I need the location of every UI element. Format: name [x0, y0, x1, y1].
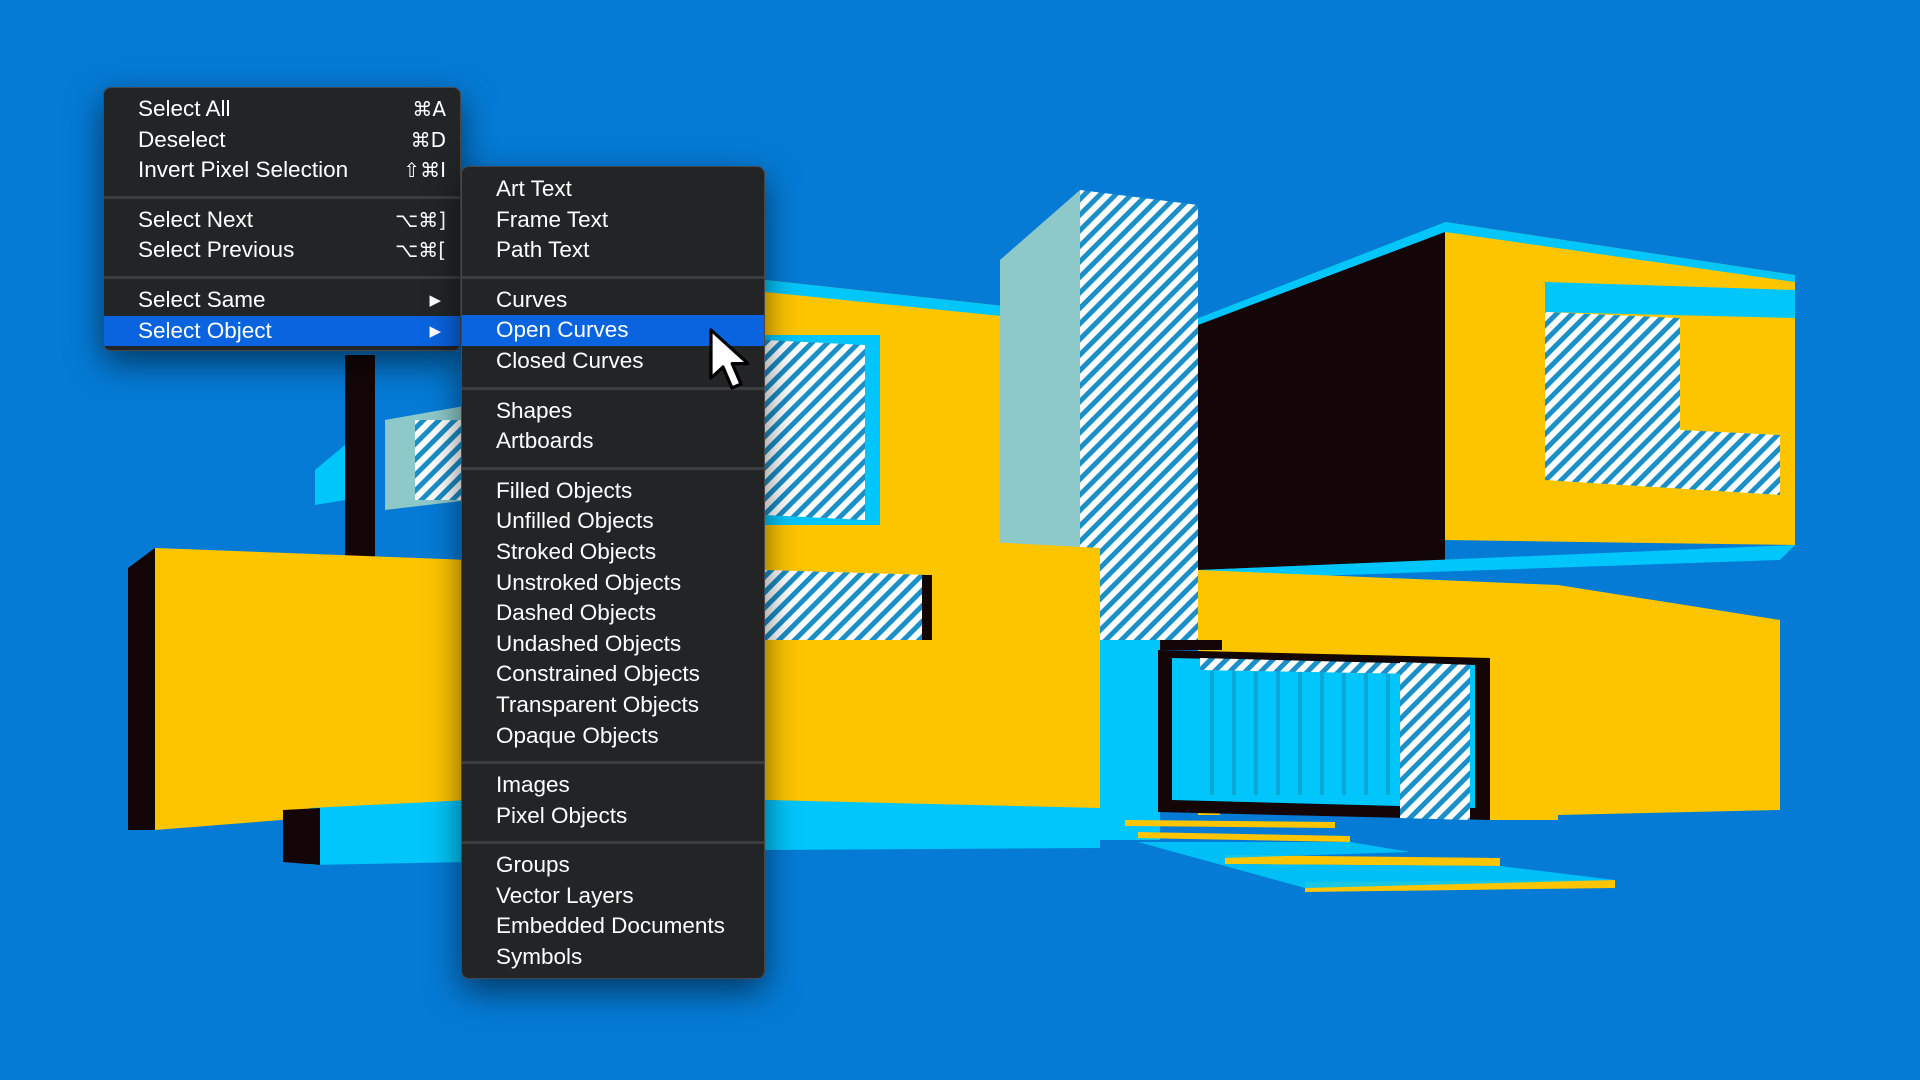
menu-item-select-all[interactable]: Select All ⌘A: [104, 94, 460, 125]
menu-item-shortcut: ⌥⌘[: [395, 238, 446, 263]
menu-item-shortcut: ⌘A: [412, 97, 446, 121]
submenu-item-label: Stroked Objects: [496, 538, 657, 564]
submenu-item-filled-objects[interactable]: Filled Objects: [462, 476, 764, 507]
menu-item-invert-pixel-selection[interactable]: Invert Pixel Selection ⇧⌘I: [104, 155, 460, 186]
submenu-item-vector-layers[interactable]: Vector Layers: [462, 881, 764, 912]
submenu-item-shapes[interactable]: Shapes: [462, 396, 764, 427]
submenu-item-label: Dashed Objects: [496, 600, 657, 626]
submenu-item-dashed-objects[interactable]: Dashed Objects: [462, 598, 764, 629]
menu-separator: [462, 466, 764, 470]
menu-item-shortcut: ⇧⌘I: [403, 158, 446, 183]
submenu-item-label: Art Text: [496, 176, 572, 201]
menu-item-label: Invert Pixel Selection: [138, 157, 349, 183]
menu-item-label: Select Previous: [138, 237, 295, 263]
submenu-item-label: Opaque Objects: [496, 722, 659, 748]
submenu-item-label: Unstroked Objects: [496, 569, 682, 595]
submenu-item-label: Symbols: [496, 944, 583, 970]
submenu-item-label: Open Curves: [496, 317, 629, 343]
submenu-item-constrained-objects[interactable]: Constrained Objects: [462, 659, 764, 690]
submenu-item-label: Undashed Objects: [496, 630, 682, 656]
submenu-item-label: Embedded Documents: [496, 913, 725, 939]
submenu-item-symbols[interactable]: Symbols: [462, 942, 764, 973]
menu-item-select-previous[interactable]: Select Previous ⌥⌘[: [104, 235, 460, 266]
submenu-item-label: Images: [496, 772, 570, 798]
menu-item-select-object[interactable]: Select Object ▶: [104, 315, 460, 347]
submenu-item-unstroked-objects[interactable]: Unstroked Objects: [462, 568, 764, 599]
menu-separator: [462, 275, 764, 279]
submenu-item-label: Frame Text: [496, 206, 609, 232]
submenu-item-art-text[interactable]: Art Text: [462, 174, 764, 205]
menu-separator: [462, 761, 764, 765]
submenu-item-label: Vector Layers: [496, 882, 634, 908]
submenu-item-label: Curves: [496, 286, 568, 312]
menu-item-select-next[interactable]: Select Next ⌥⌘]: [104, 205, 460, 236]
submenu-item-label: Pixel Objects: [496, 802, 628, 828]
submenu-item-curves[interactable]: Curves: [462, 285, 764, 316]
submenu-item-label: Path Text: [496, 237, 590, 263]
menu-item-label: Deselect: [138, 126, 226, 152]
submenu-item-opaque-objects[interactable]: Opaque Objects: [462, 721, 764, 752]
submenu-item-undashed-objects[interactable]: Undashed Objects: [462, 629, 764, 660]
submenu-item-stroked-objects[interactable]: Stroked Objects: [462, 537, 764, 568]
submenu-item-images[interactable]: Images: [462, 770, 764, 801]
menu-separator: [104, 195, 460, 199]
submenu-item-pixel-objects[interactable]: Pixel Objects: [462, 801, 764, 832]
menu-item-label: Select Object: [138, 317, 272, 343]
submenu-item-path-text[interactable]: Path Text: [462, 235, 764, 266]
submenu-item-artboards[interactable]: Artboards: [462, 426, 764, 457]
submenu-item-label: Filled Objects: [496, 477, 633, 503]
menu-item-select-same[interactable]: Select Same ▶: [104, 285, 460, 316]
menu-separator: [462, 841, 764, 845]
submenu-item-transparent-objects[interactable]: Transparent Objects: [462, 690, 764, 721]
submenu-item-label: Shapes: [496, 397, 573, 423]
submenu-item-groups[interactable]: Groups: [462, 850, 764, 881]
submenu-item-label: Closed Curves: [496, 347, 644, 373]
menu-item-shortcut: ⌘D: [410, 127, 446, 152]
submenu-item-label: Constrained Objects: [496, 661, 700, 687]
submenu-item-label: Unfilled Objects: [496, 508, 654, 534]
select-object-submenu: Art Text Frame Text Path Text Curves Ope…: [461, 166, 765, 979]
submenu-arrow-icon: ▶: [429, 321, 441, 340]
submenu-arrow-icon: ▶: [429, 290, 441, 309]
menu-item-label: Select All: [138, 96, 231, 121]
menu-item-label: Select Next: [138, 206, 254, 232]
mouse-pointer-icon: [709, 328, 750, 390]
menu-item-shortcut: ⌥⌘]: [395, 207, 446, 232]
submenu-item-label: Groups: [496, 852, 570, 878]
submenu-item-frame-text[interactable]: Frame Text: [462, 205, 764, 236]
menu-separator: [104, 275, 460, 279]
submenu-item-embedded-documents[interactable]: Embedded Documents: [462, 911, 764, 942]
select-menu: Select All ⌘A Deselect ⌘D Invert Pixel S…: [103, 87, 461, 351]
submenu-item-label: Artboards: [496, 428, 594, 454]
submenu-item-label: Transparent Objects: [496, 691, 700, 717]
menu-item-label: Select Same: [138, 286, 266, 312]
submenu-item-unfilled-objects[interactable]: Unfilled Objects: [462, 506, 764, 537]
menu-item-deselect[interactable]: Deselect ⌘D: [104, 125, 460, 156]
